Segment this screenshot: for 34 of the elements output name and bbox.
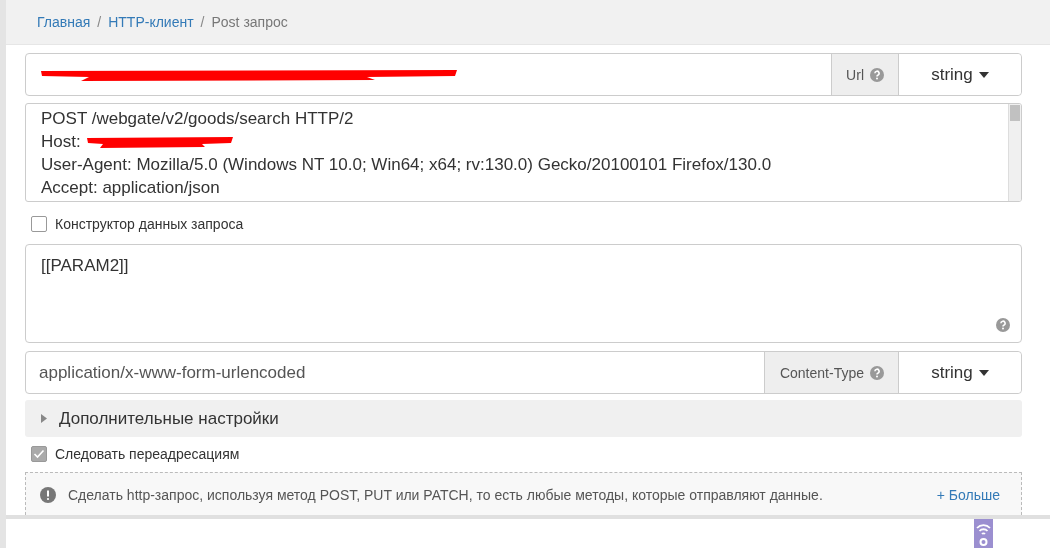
help-icon (870, 67, 884, 82)
scrollbar[interactable] (1008, 104, 1021, 201)
caret-icon (978, 369, 989, 376)
checkbox[interactable] (31, 216, 47, 232)
header-line: Accept: application/json (41, 177, 220, 199)
caret-icon (978, 71, 989, 78)
header-line: Host: (41, 131, 81, 153)
breadcrumb-separator: / (97, 14, 102, 30)
addon-label: Content-Type (779, 364, 864, 381)
breadcrumb-link[interactable]: HTTP-клиент (108, 14, 194, 30)
header-line: POST /webgate/v2/goods/search HTTP/2 (41, 108, 354, 130)
more-link[interactable]: + Больше (936, 487, 1000, 503)
help-icon (870, 365, 884, 380)
info-text: Сделать http-запрос, используя метод POST, PUT или PATCH, то есть любые методы, которые отправляют данные. (68, 487, 824, 503)
advanced-settings-toggle[interactable]: Дополнительные настройки (25, 400, 1022, 437)
addon-label: Url (846, 66, 864, 83)
checkbox-label: Конструктор данных запроса (55, 216, 244, 232)
type-dropdown[interactable]: string (898, 54, 1021, 95)
body-textarea[interactable]: [[PARAM2]] (25, 244, 1022, 343)
breadcrumb-separator: / (200, 14, 205, 30)
url-field[interactable]: Url string (25, 53, 1022, 96)
checkbox-label: Следовать переадресациям (55, 446, 240, 462)
checkbox[interactable] (31, 446, 47, 462)
wifi-icon[interactable] (974, 519, 993, 548)
content-type-field[interactable]: application/x-www-form-urlencoded Content-Type string (25, 351, 1022, 394)
exclamation-icon (40, 487, 56, 503)
breadcrumb-current: Post запрос (211, 14, 288, 30)
type-dropdown[interactable]: string (898, 352, 1021, 393)
checkmark-icon (33, 449, 45, 459)
header-line: User-Agent: Mozilla/5.0 (Windows NT 10.0; Win64; x64; rv:130.0) Gecko/20100101 Firefox/130.0 (41, 154, 772, 176)
advanced-settings-label: Дополнительные настройки (59, 408, 279, 429)
help-icon (996, 318, 1010, 332)
breadcrumb-link[interactable]: Главная (37, 14, 91, 30)
request-textarea[interactable]: POST /webgate/v2/goods/search HTTP/2 Host: User-Agent: Mozilla/5.0 (Windows NT 10.0; Win64; x64; rv:130.0) Gecko/20100101 Firefox/130.0 Accept: application/json (25, 103, 1022, 202)
